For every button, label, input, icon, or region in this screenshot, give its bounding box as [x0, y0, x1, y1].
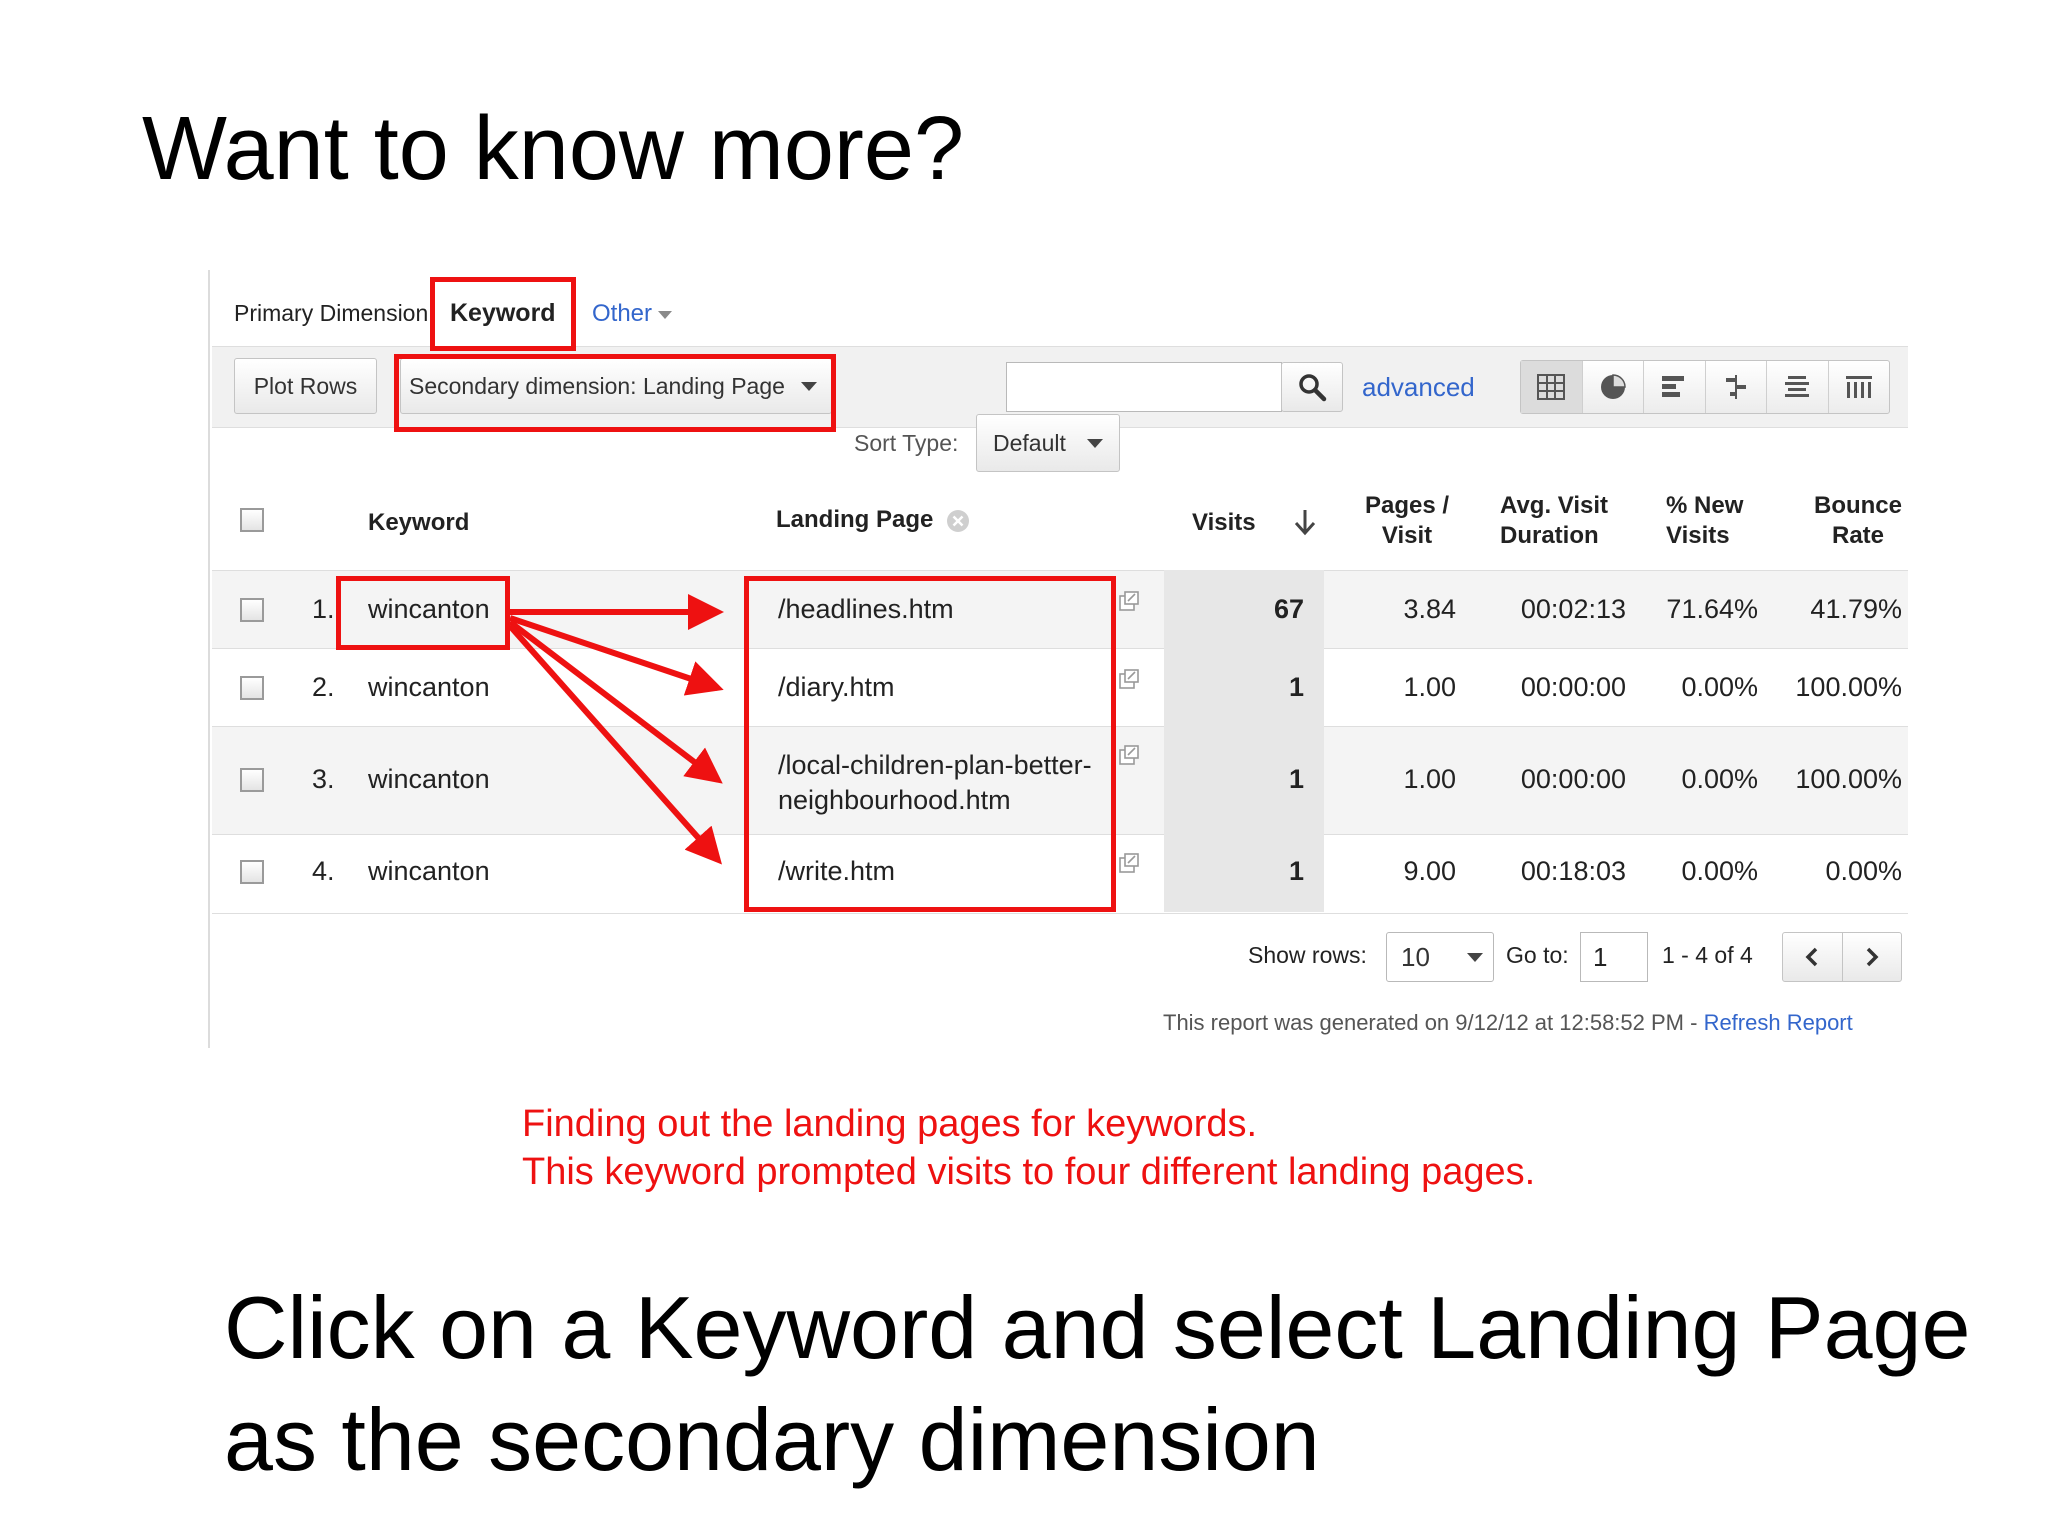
arrow-to-local-children — [508, 619, 723, 784]
arrow-to-diary — [509, 615, 724, 696]
annotation-caption: Finding out the landing pages for keywor… — [522, 1100, 1535, 1196]
slide-instruction-text: Click on a Keyword and select Landing Pa… — [224, 1278, 1971, 1489]
arrow-to-write — [507, 624, 722, 865]
caption-line-2: This keyword prompted visits to four dif… — [522, 1151, 1536, 1193]
caption-line-1: Finding out the landing pages for keywor… — [522, 1103, 1258, 1145]
